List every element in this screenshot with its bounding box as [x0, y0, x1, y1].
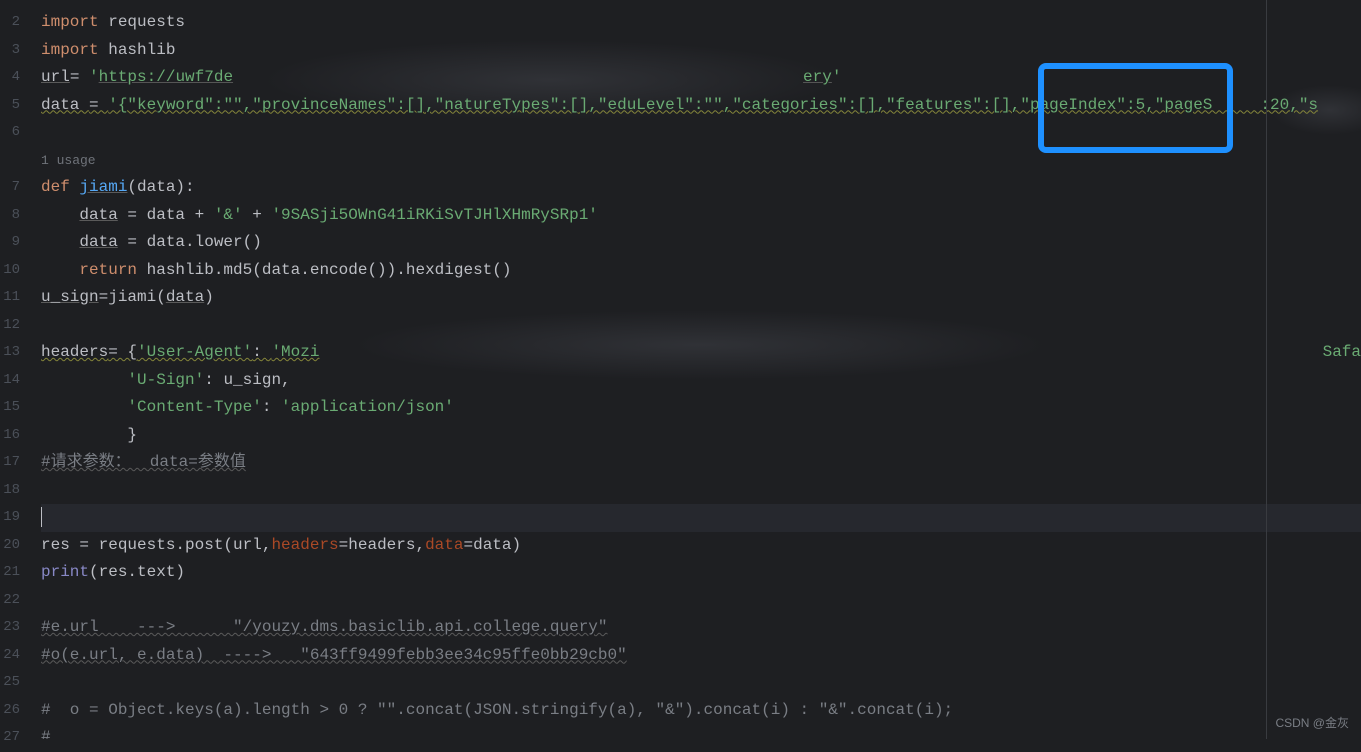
line-number: 24 — [0, 642, 20, 670]
code-line-9[interactable]: data = data.lower() — [41, 229, 1361, 257]
line-number: 22 — [0, 587, 20, 615]
line-number: 17 — [0, 449, 20, 477]
line-number: 10 — [0, 257, 20, 285]
code-editor[interactable]: 2 3 4 5 6 7 8 9 10 11 12 13 14 15 16 17 … — [0, 0, 1361, 739]
line-number — [0, 147, 20, 175]
line-number: 2 — [0, 9, 20, 37]
code-line-6[interactable] — [41, 119, 1361, 147]
line-number: 26 — [0, 697, 20, 725]
code-line-21[interactable]: print(res.text) — [41, 559, 1361, 587]
code-line-25[interactable] — [41, 669, 1361, 697]
usage-hint: 1 usage — [41, 147, 1361, 175]
line-number: 8 — [0, 202, 20, 230]
code-line-27[interactable]: # — [41, 724, 1361, 739]
code-line-10[interactable]: return hashlib.md5(data.encode()).hexdig… — [41, 257, 1361, 285]
code-content[interactable]: import requests import hashlib url= 'htt… — [30, 0, 1361, 739]
line-number: 5 — [0, 92, 20, 120]
code-line-11[interactable]: u_sign=jiami(data) — [41, 284, 1361, 312]
code-line-15[interactable]: 'Content-Type': 'application/json' — [41, 394, 1361, 422]
code-line-8[interactable]: data = data + '&' + '9SASji5OWnG41iRKiSv… — [41, 202, 1361, 230]
line-number: 13 — [0, 339, 20, 367]
code-line-18[interactable] — [41, 477, 1361, 505]
code-line-16[interactable]: } — [41, 422, 1361, 450]
watermark-text: CSDN @金灰 — [1275, 714, 1349, 731]
code-line-7[interactable]: def jiami(data): — [41, 174, 1361, 202]
line-number: 15 — [0, 394, 20, 422]
line-number: 11 — [0, 284, 20, 312]
code-line-2[interactable]: import requests — [41, 9, 1361, 37]
line-number: 9 — [0, 229, 20, 257]
right-margin-guide — [1266, 0, 1267, 739]
code-line-19[interactable] — [41, 504, 1361, 532]
line-number: 4 — [0, 64, 20, 92]
code-line-3[interactable]: import hashlib — [41, 37, 1361, 65]
code-line-13[interactable]: headers= {'User-Agent': 'MoziSafa — [41, 339, 1361, 367]
code-line-14[interactable]: 'U-Sign': u_sign, — [41, 367, 1361, 395]
line-number: 23 — [0, 614, 20, 642]
line-number: 25 — [0, 669, 20, 697]
code-line-23[interactable]: #e.url ---> "/youzy.dms.basiclib.api.col… — [41, 614, 1361, 642]
line-number: 12 — [0, 312, 20, 340]
line-number: 18 — [0, 477, 20, 505]
line-number: 7 — [0, 174, 20, 202]
code-line-12[interactable] — [41, 312, 1361, 340]
line-number: 19 — [0, 504, 20, 532]
line-number-gutter: 2 3 4 5 6 7 8 9 10 11 12 13 14 15 16 17 … — [0, 0, 30, 739]
line-number: 16 — [0, 422, 20, 450]
line-number: 27 — [0, 724, 20, 752]
code-line-5[interactable]: data = '{"keyword":"","provinceNames":[]… — [41, 92, 1361, 120]
line-number: 14 — [0, 367, 20, 395]
code-line-26[interactable]: # o = Object.keys(a).length > 0 ? "".con… — [41, 697, 1361, 725]
code-line-4[interactable]: url= 'https://uwf7deery' — [41, 64, 1361, 92]
code-line-22[interactable] — [41, 587, 1361, 615]
line-number: 20 — [0, 532, 20, 560]
line-number: 3 — [0, 37, 20, 65]
text-cursor — [41, 507, 42, 527]
line-number: 21 — [0, 559, 20, 587]
code-line-24[interactable]: #o(e.url, e.data) ----> "643ff9499febb3e… — [41, 642, 1361, 670]
code-line-20[interactable]: res = requests.post(url,headers=headers,… — [41, 532, 1361, 560]
code-line-17[interactable]: #请求参数： data=参数值 — [41, 449, 1361, 477]
line-number: 6 — [0, 119, 20, 147]
